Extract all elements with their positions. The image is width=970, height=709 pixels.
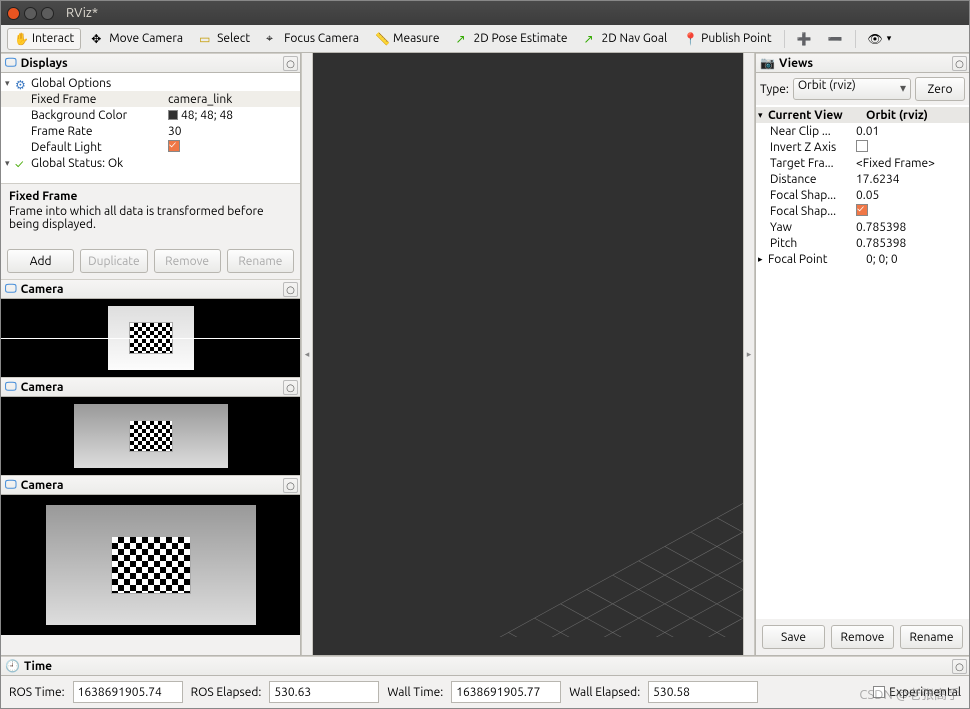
zero-button[interactable]: Zero [915,77,965,101]
eye-icon: 👁 [868,32,883,46]
tree-frame-rate[interactable]: Frame Rate [29,125,164,138]
measure-icon: 📏 [375,32,389,46]
right-collapse-handle[interactable]: ▸ [743,53,755,655]
time-close-button[interactable]: ○ [952,659,967,674]
help-description: Fixed Frame Frame into which all data is… [1,183,300,243]
views-icon: 📷 [760,56,775,70]
views-type-select[interactable]: Orbit (rviz) [793,78,911,100]
nav-goal-icon: ↗ [584,32,598,46]
main-3d-viewport[interactable] [313,53,743,655]
views-tree[interactable]: ▾ Current View Orbit (rviz) Near Clip ..… [756,105,969,619]
views-save-button[interactable]: Save [762,625,825,649]
add-button[interactable]: Add [7,249,74,273]
duplicate-button[interactable]: Duplicate [80,249,147,273]
displays-panel-header[interactable]: 🖵 Displays ○ [1,53,300,73]
camera-icon: 🖵 [5,380,17,394]
move-camera-button[interactable]: ✥ Move Camera [85,29,189,49]
publish-point-button[interactable]: 📍 Publish Point [677,29,777,49]
tree-background-color[interactable]: Background Color [29,109,164,122]
status-ok-icon: ✓ [15,158,29,168]
ros-time-label: ROS Time: [9,686,65,699]
window-minimize-button[interactable] [24,7,37,20]
focus-camera-button[interactable]: ⌖ Focus Camera [260,29,365,49]
window-maximize-button[interactable] [41,7,54,20]
displays-icon: 🖵 [5,56,17,70]
camera-panel-header-1[interactable]: 🖵 Camera ○ [1,279,300,299]
interact-button[interactable]: ✋ Interact [7,28,81,50]
views-type-label: Type: [760,83,789,96]
window-close-button[interactable] [7,7,20,20]
time-panel-header[interactable]: 🕘 Time ○ [1,656,969,676]
views-close-button[interactable]: ○ [952,56,967,71]
nav-goal-button[interactable]: ↗ 2D Nav Goal [578,29,674,49]
minus-icon: ➖ [828,32,843,46]
views-remove-button[interactable]: Remove [831,625,894,649]
camera-close-button[interactable]: ○ [283,478,298,493]
window-title: RViz* [60,6,98,20]
toolbar-remove-button[interactable]: ➖ [822,29,849,49]
camera-view-1[interactable] [1,299,300,377]
separator [784,30,785,48]
main-toolbar: ✋ Interact ✥ Move Camera ▭ Select ⌖ Focu… [1,25,969,53]
views-panel-header[interactable]: 📷 Views ○ [756,53,969,73]
plus-icon: ➕ [797,32,812,46]
displays-tree[interactable]: ▾⚙ Global Options Fixed Frame camera_lin… [1,73,300,183]
checkbox-unchecked-icon[interactable] [856,140,868,152]
pose-estimate-button[interactable]: ↗ 2D Pose Estimate [449,29,573,49]
publish-point-icon: 📍 [683,32,697,46]
camera-panel-header-3[interactable]: 🖵 Camera ○ [1,475,300,495]
grid-plane [313,53,743,637]
separator [855,30,856,48]
camera-close-button[interactable]: ○ [283,380,298,395]
globe-icon: ⚙ [15,78,29,88]
wall-time-label: Wall Time: [387,686,443,699]
ros-elapsed-field[interactable] [269,681,379,703]
toolbar-add-button[interactable]: ➕ [791,29,818,49]
checkbox-checked-icon[interactable] [168,140,180,152]
left-collapse-handle[interactable]: ◂ [301,53,313,655]
move-camera-icon: ✥ [91,32,105,46]
wall-elapsed-field[interactable] [648,681,758,703]
color-swatch [168,110,178,120]
remove-button[interactable]: Remove [154,249,221,273]
pose-estimate-icon: ↗ [455,32,469,46]
clock-icon: 🕘 [5,659,20,673]
camera-icon: 🖵 [5,478,17,492]
camera-close-button[interactable]: ○ [283,282,298,297]
wall-time-field[interactable] [451,681,561,703]
camera-panel-header-2[interactable]: 🖵 Camera ○ [1,377,300,397]
select-button[interactable]: ▭ Select [193,29,256,49]
checkbox-unchecked-icon [873,686,885,698]
wall-elapsed-label: Wall Elapsed: [569,686,640,699]
camera-icon: 🖵 [5,282,17,296]
toolbar-view-menu[interactable]: 👁▾ [862,29,898,49]
camera-view-2[interactable] [1,397,300,475]
views-rename-button[interactable]: Rename [900,625,963,649]
interact-icon: ✋ [14,32,28,46]
tree-default-light[interactable]: Default Light [29,141,164,154]
focus-camera-icon: ⌖ [266,32,280,46]
tree-fixed-frame[interactable]: Fixed Frame [29,93,164,106]
checkbox-checked-icon[interactable] [856,204,868,216]
window-titlebar: RViz* [1,1,969,25]
experimental-checkbox[interactable]: Experimental [873,686,961,699]
ros-time-field[interactable] [73,681,183,703]
select-icon: ▭ [199,32,213,46]
camera-view-3[interactable] [1,495,300,635]
measure-button[interactable]: 📏 Measure [369,29,445,49]
displays-close-button[interactable]: ○ [283,56,298,71]
rename-button[interactable]: Rename [227,249,294,273]
ros-elapsed-label: ROS Elapsed: [191,686,262,699]
